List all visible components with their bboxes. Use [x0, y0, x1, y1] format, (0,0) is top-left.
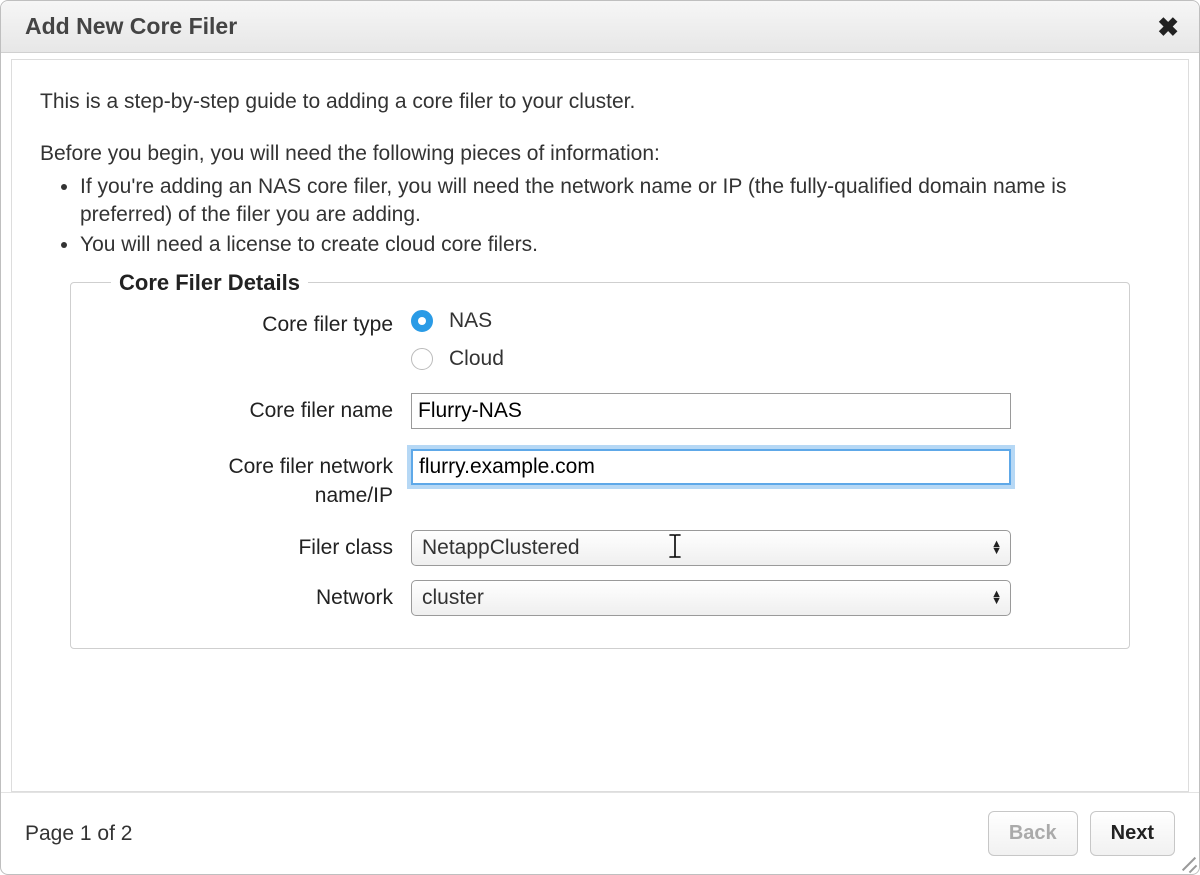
list-item: If you're adding an NAS core filer, you … [80, 173, 1160, 230]
radio-option-nas[interactable]: NAS [411, 307, 1089, 335]
row-core-filer-type: Core filer type NAS Cloud [111, 307, 1089, 374]
core-filer-details-fieldset: Core Filer Details Core filer type NAS C… [70, 282, 1130, 649]
dialog-titlebar: Add New Core Filer ✖ [1, 1, 1199, 53]
intro-bullets: If you're adding an NAS core filer, you … [80, 173, 1160, 260]
dialog-footer: Page 1 of 2 Back Next [1, 792, 1199, 874]
label-network: Network [111, 580, 411, 612]
label-core-filer-network: Core filer network name/IP [111, 449, 411, 510]
row-network: Network cluster ▲▼ [111, 580, 1089, 616]
row-filer-class: Filer class NetappClustered ▲▼ [111, 530, 1089, 566]
list-item: You will need a license to create cloud … [80, 231, 1160, 259]
row-core-filer-name: Core filer name [111, 393, 1089, 429]
dialog-title: Add New Core Filer [25, 13, 237, 40]
network-select[interactable]: cluster ▲▼ [411, 580, 1011, 616]
add-core-filer-dialog: Add New Core Filer ✖ This is a step-by-s… [0, 0, 1200, 875]
radio-icon [411, 348, 433, 370]
select-value: cluster [422, 584, 484, 612]
intro-paragraph: This is a step-by-step guide to adding a… [40, 88, 1160, 116]
chevron-updown-icon: ▲▼ [991, 591, 1002, 605]
dialog-body: This is a step-by-step guide to adding a… [11, 59, 1189, 792]
next-button[interactable]: Next [1090, 811, 1175, 856]
fieldset-legend: Core Filer Details [111, 268, 308, 298]
radio-option-cloud[interactable]: Cloud [411, 345, 1089, 373]
core-filer-name-input[interactable] [411, 393, 1011, 429]
label-core-filer-name: Core filer name [111, 393, 411, 425]
core-filer-network-input[interactable] [411, 449, 1011, 485]
filer-class-select[interactable]: NetappClustered ▲▼ [411, 530, 1011, 566]
chevron-updown-icon: ▲▼ [991, 541, 1002, 555]
close-icon[interactable]: ✖ [1157, 14, 1179, 40]
intro-before: Before you begin, you will need the foll… [40, 140, 1160, 168]
row-core-filer-network: Core filer network name/IP [111, 449, 1089, 510]
radio-icon [411, 310, 433, 332]
select-value: NetappClustered [422, 534, 580, 562]
page-indicator: Page 1 of 2 [25, 822, 132, 846]
label-core-filer-type: Core filer type [111, 307, 411, 339]
radio-label: NAS [449, 307, 492, 335]
back-button[interactable]: Back [988, 811, 1078, 856]
resize-grip-icon[interactable] [1180, 855, 1196, 871]
radio-label: Cloud [449, 345, 504, 373]
label-filer-class: Filer class [111, 530, 411, 562]
